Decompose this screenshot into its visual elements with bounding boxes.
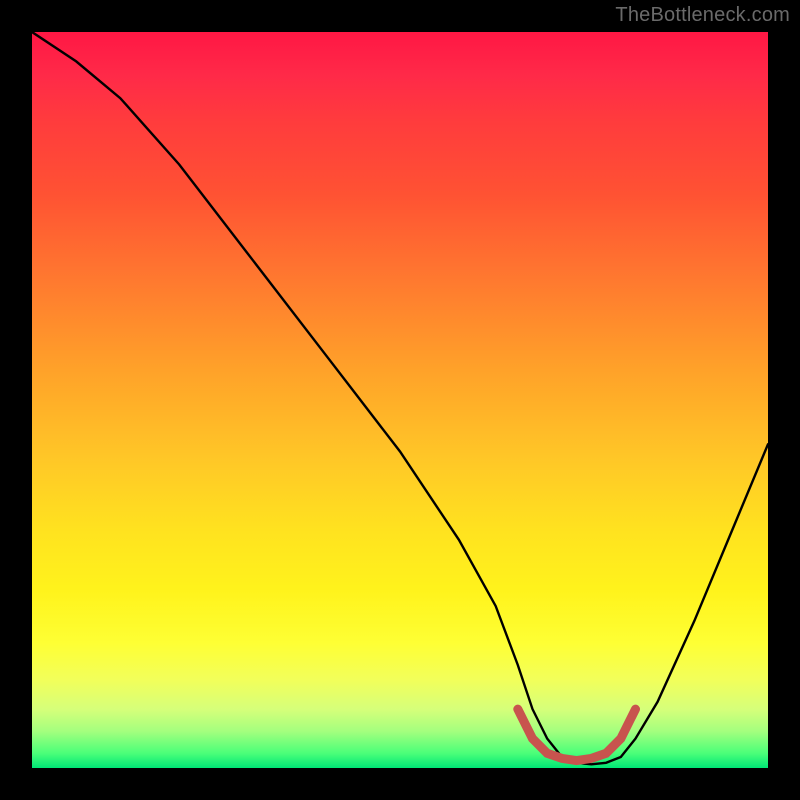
plot-area bbox=[32, 32, 768, 768]
curve-layer bbox=[32, 32, 768, 768]
watermark-text: TheBottleneck.com bbox=[615, 4, 790, 27]
chart-frame: TheBottleneck.com bbox=[0, 0, 800, 800]
bottleneck-curve-path bbox=[32, 32, 768, 764]
